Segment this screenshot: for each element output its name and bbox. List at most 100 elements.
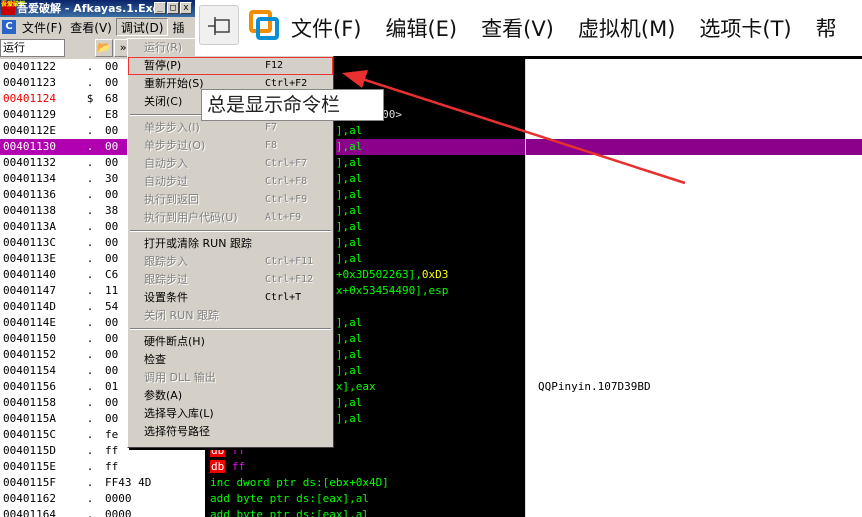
address-cell[interactable]: 00401152 (0, 347, 72, 363)
comment-cell (526, 299, 862, 315)
address-cell[interactable]: 00401124 (0, 91, 72, 107)
flag-cell: . (86, 252, 94, 265)
address-cell[interactable]: 00401140 (0, 267, 72, 283)
debug-menu-item-14: 跟踪步过 Ctrl+F12 (128, 271, 333, 289)
menu-item-label: 跟踪步过 (144, 273, 188, 286)
address-cell[interactable]: 00401147 (0, 283, 72, 299)
address-cell[interactable]: 0040112E (0, 123, 72, 139)
hex-row[interactable]: . ff (72, 459, 205, 475)
address-cell[interactable]: 00401132 (0, 155, 72, 171)
comment-cell (526, 75, 862, 91)
address-cell[interactable]: 0040114E (0, 315, 72, 331)
address-cell[interactable]: 0040115A (0, 411, 72, 427)
menu-item-0[interactable]: 文件(F) (18, 19, 66, 37)
debug-menu-item-21[interactable]: 参数(A) (128, 387, 333, 405)
menu-item-label: 检查 (144, 353, 166, 366)
minimize-button[interactable]: _ (154, 2, 166, 14)
flag-cell: . (86, 60, 94, 73)
comment-cell (526, 107, 862, 123)
menu-item-2[interactable]: 调试(D) (115, 18, 169, 36)
vmware-menu-item-2[interactable]: 查看(V) (481, 13, 554, 43)
menu-item-label: 跟踪步入 (144, 255, 188, 268)
vmware-menu-item-3[interactable]: 虚拟机(M) (578, 13, 676, 43)
debug-menu-item-23[interactable]: 选择符号路径 (128, 423, 333, 441)
hex-cell: 0000 (105, 508, 132, 517)
menu-item-shortcut: Ctrl+F7 (265, 158, 308, 169)
menu-item-label: 关闭 RUN 跟踪 (144, 309, 219, 322)
comment-cell (526, 411, 862, 427)
hex-row[interactable]: . 0000 (72, 507, 205, 517)
menu-item-label: 自动步入 (144, 157, 188, 170)
debug-menu-item-1[interactable]: 暂停(P) F12 (128, 57, 333, 75)
vmware-logo-icon (249, 10, 279, 40)
debug-menu-item-19[interactable]: 检查 (128, 351, 333, 369)
address-cell[interactable]: 0040113E (0, 251, 72, 267)
address-cell[interactable]: 0040115E (0, 459, 72, 475)
hex-row[interactable]: . 0000 (72, 491, 205, 507)
address-cell[interactable]: 00401138 (0, 203, 72, 219)
disassembly-row[interactable]: inc dword ptr ds:[ebx+0x4D] (205, 475, 525, 491)
menu-item-label: 设置条件 (144, 291, 188, 304)
vmware-menu-item-5[interactable]: 帮 (816, 13, 837, 43)
flag-cell: . (86, 140, 94, 153)
pin-icon[interactable] (199, 5, 239, 45)
hex-cell: ff (105, 460, 119, 473)
flag-cell: . (86, 220, 94, 233)
asm-segment: add byte ptr ds:[eax],al (210, 492, 369, 505)
hex-row[interactable]: . FF43 4D (72, 475, 205, 491)
menu-item-1[interactable]: 查看(V) (66, 19, 116, 37)
debug-menu-item-8: 自动步过 Ctrl+F8 (128, 173, 333, 191)
address-cell[interactable]: 00401158 (0, 395, 72, 411)
flag-cell: . (86, 396, 94, 409)
address-cell[interactable]: 00401154 (0, 363, 72, 379)
menu-item-label: 重新开始(S) (144, 77, 204, 90)
menu-item-shortcut: Ctrl+F8 (265, 176, 308, 187)
menu-item-3[interactable]: 插 (168, 19, 188, 37)
address-cell[interactable]: 00401162 (0, 491, 72, 507)
address-cell[interactable]: 00401130 (0, 139, 72, 155)
vmware-menu-item-0[interactable]: 文件(F) (291, 13, 361, 43)
address-cell[interactable]: 00401122 (0, 59, 72, 75)
address-cell[interactable]: 0040115C (0, 427, 72, 443)
address-cell[interactable]: 00401136 (0, 187, 72, 203)
debug-menu-item-12[interactable]: 打开或清除 RUN 跟踪 (128, 235, 333, 253)
debug-menu-item-18[interactable]: 硬件断点(H) (128, 333, 333, 351)
close-button[interactable]: x (180, 2, 192, 14)
disassembly-row[interactable]: add byte ptr ds:[eax],al (205, 491, 525, 507)
comment-cell (526, 139, 862, 155)
debug-menu-item-15[interactable]: 设置条件 Ctrl+T (128, 289, 333, 307)
address-cell[interactable]: 00401129 (0, 107, 72, 123)
menu-item-label: 硬件断点(H) (144, 335, 205, 348)
address-cell[interactable]: 0040114D (0, 299, 72, 315)
menu-item-label: 执行到返回 (144, 193, 199, 206)
address-cell[interactable]: 00401134 (0, 171, 72, 187)
hex-cell: 00 (105, 236, 119, 249)
open-file-button[interactable]: 📂 (95, 39, 113, 57)
asm-segment: ff (225, 460, 246, 473)
address-cell[interactable]: 0040113C (0, 235, 72, 251)
hex-cell: 00 (105, 316, 119, 329)
disassembly-row[interactable]: db ff (205, 459, 525, 475)
address-cell[interactable]: 0040113A (0, 219, 72, 235)
vmware-menu-bar: 文件(F) 编辑(E) 查看(V) 虚拟机(M) 选项卡(T) 帮 (195, 0, 862, 56)
menu-item-shortcut: Ctrl+F9 (265, 194, 308, 205)
address-cell[interactable]: 00401150 (0, 331, 72, 347)
debug-menu-item-7: 自动步入 Ctrl+F7 (128, 155, 333, 173)
menu-item-shortcut: Ctrl+F11 (265, 256, 314, 267)
address-cell[interactable]: 0040115F (0, 475, 72, 491)
maximize-button[interactable]: □ (167, 2, 179, 14)
address-cell[interactable]: 00401123 (0, 75, 72, 91)
comment-cell (526, 507, 862, 517)
disassembly-row[interactable]: add byte ptr ds:[eax],al (205, 507, 525, 517)
address-cell[interactable]: 00401164 (0, 507, 72, 517)
debug-menu-item-20: 调用 DLL 输出 (128, 369, 333, 387)
vmware-menu-item-1[interactable]: 编辑(E) (385, 13, 457, 43)
comment-cell (526, 331, 862, 347)
hex-cell: 00 (105, 220, 119, 233)
address-cell[interactable]: 00401156 (0, 379, 72, 395)
vmware-menu-item-4[interactable]: 选项卡(T) (699, 13, 791, 43)
address-cell[interactable]: 0040115D (0, 443, 72, 459)
hex-cell: 54 (105, 300, 119, 313)
menu-item-shortcut: F7 (265, 122, 278, 133)
debug-menu-item-22[interactable]: 选择导入库(L) (128, 405, 333, 423)
